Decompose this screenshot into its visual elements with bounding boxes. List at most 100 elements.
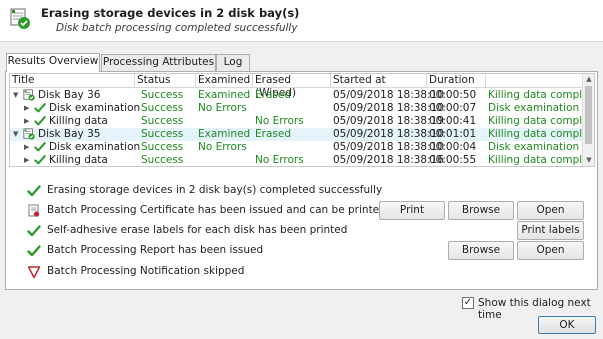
- column-erased[interactable]: Erased (Wiped): [253, 74, 331, 99]
- row-examined: Examined: [198, 128, 251, 140]
- row-started-at: 05/09/2018 18:38:16: [333, 154, 445, 166]
- column-examined[interactable]: Examined: [196, 74, 253, 88]
- row-title: Disk Bay 36: [38, 89, 101, 101]
- result-line: Batch Processing Report has been issued B…: [6, 241, 599, 260]
- row-info: Disk examination comp: [488, 141, 584, 153]
- tab-log[interactable]: Log: [216, 54, 250, 71]
- row-info: Killing data completed: [488, 89, 584, 101]
- print-labels-button[interactable]: Print labels: [517, 221, 584, 240]
- row-duration: 00:00:07: [429, 102, 477, 114]
- red-triangle-icon: [27, 266, 41, 279]
- row-erased: Erased: [255, 128, 291, 140]
- expand-right-icon[interactable]: ▶: [24, 154, 32, 166]
- row-status: Success: [141, 128, 184, 140]
- result-icon: [27, 265, 41, 279]
- dialog-subtitle: Disk batch processing completed successf…: [56, 22, 298, 34]
- scroll-down-arrow-icon[interactable]: ▼: [583, 155, 594, 166]
- row-started-at: 05/09/2018 18:38:19: [333, 115, 445, 127]
- expand-right-icon[interactable]: ▶: [24, 102, 32, 115]
- row-info: Killing data completed: [488, 128, 584, 140]
- result-icon: [27, 184, 41, 198]
- expand-right-icon[interactable]: ▶: [24, 115, 32, 128]
- table-row[interactable]: ▼ Disk Bay 35 Success Examined Erased 05/09/2…: [10, 128, 584, 141]
- column-duration[interactable]: Duration: [427, 74, 486, 88]
- results-overview-panel: Title Status Examined Erased (Wiped) Sta…: [5, 71, 598, 290]
- result-line: Self-adhesive erase labels for each disk…: [6, 221, 599, 240]
- expand-right-icon[interactable]: ▶: [24, 141, 32, 154]
- row-erased: Erased: [255, 89, 291, 101]
- row-duration: 00:00:50: [429, 89, 477, 101]
- table-row[interactable]: ▶ Disk examination Success No Errors 05/09/2…: [10, 141, 584, 154]
- row-title: Disk Bay 35: [38, 128, 101, 140]
- row-erased: No Errors: [255, 154, 304, 166]
- row-started-at: 05/09/2018 18:38:10: [333, 89, 445, 101]
- row-info: Killing data completed: [488, 115, 584, 127]
- show-dialog-checkbox[interactable]: ✓: [462, 297, 474, 309]
- row-title: Killing data: [49, 115, 108, 127]
- tab-results-overview[interactable]: Results Overview: [6, 53, 100, 72]
- column-started-at[interactable]: Started at: [331, 74, 427, 88]
- row-erased: No Errors: [255, 115, 304, 127]
- row-duration: 00:00:41: [429, 115, 477, 127]
- ok-button[interactable]: OK: [538, 316, 596, 334]
- row-status: Success: [141, 141, 184, 153]
- report-open-button[interactable]: Open: [517, 241, 584, 260]
- scroll-up-arrow-icon[interactable]: ▲: [583, 74, 594, 85]
- certificate-icon: [28, 204, 40, 217]
- disk-bay-check-icon: [23, 89, 35, 101]
- green-check-icon: [27, 245, 41, 257]
- row-examined: No Errors: [198, 141, 247, 153]
- table-row[interactable]: ▼ Disk Bay 36 Success Examined Erased 05/09/2…: [10, 89, 584, 102]
- result-line: Batch Processing Notification skipped: [6, 264, 599, 280]
- column-info[interactable]: [486, 74, 584, 88]
- result-line: Batch Processing Certificate has been is…: [6, 201, 599, 220]
- row-duration: 00:01:01: [429, 128, 477, 140]
- scroll-thumb[interactable]: [585, 86, 592, 144]
- green-check-icon: [27, 185, 41, 197]
- row-examined: No Errors: [198, 102, 247, 114]
- row-examined: Examined: [198, 89, 251, 101]
- row-status: Success: [141, 89, 184, 101]
- green-check-icon: [34, 142, 46, 152]
- row-title: Disk examination: [49, 141, 141, 153]
- column-title[interactable]: Title: [10, 74, 135, 88]
- disk-bay-check-icon: [23, 128, 35, 140]
- green-check-icon: [34, 103, 46, 113]
- result-icon: [27, 224, 41, 238]
- row-info: Disk examination comp: [488, 102, 584, 114]
- row-started-at: 05/09/2018 18:38:10: [333, 141, 445, 153]
- table-row[interactable]: ▶ Killing data Success No Errors 05/09/2018 …: [10, 115, 584, 128]
- row-icon: [34, 154, 46, 166]
- expand-down-icon[interactable]: ▼: [13, 128, 21, 141]
- table-row[interactable]: ▶ Disk examination Success No Errors 05/09/2…: [10, 102, 584, 115]
- certificate-browse-button[interactable]: Browse: [448, 201, 514, 220]
- result-text: Batch Processing Notification skipped: [47, 265, 245, 277]
- result-text: Self-adhesive erase labels for each disk…: [47, 224, 348, 236]
- row-started-at: 05/09/2018 18:38:10: [333, 102, 445, 114]
- dialog-header: Erasing storage devices in 2 disk bay(s)…: [0, 0, 603, 42]
- report-browse-button[interactable]: Browse: [448, 241, 514, 260]
- dialog-title: Erasing storage devices in 2 disk bay(s): [41, 6, 300, 20]
- result-text: Erasing storage devices in 2 disk bay(s)…: [47, 184, 383, 196]
- certificate-print-certificate-button[interactable]: Print: [379, 201, 445, 220]
- row-duration: 00:00:04: [429, 141, 477, 153]
- row-status: Success: [141, 102, 184, 114]
- row-title: Killing data: [49, 154, 108, 166]
- column-status[interactable]: Status: [135, 74, 196, 88]
- row-title: Disk examination: [49, 102, 141, 114]
- expand-down-icon[interactable]: ▼: [13, 89, 21, 102]
- row-started-at: 05/09/2018 18:38:10: [333, 128, 445, 140]
- row-duration: 00:00:55: [429, 154, 477, 166]
- disk-batch-check-icon: [10, 8, 30, 29]
- result-line: Erasing storage devices in 2 disk bay(s)…: [6, 183, 599, 199]
- result-text: Batch Processing Certificate has been is…: [47, 204, 386, 216]
- result-text: Batch Processing Report has been issued: [47, 244, 264, 256]
- certificate-open-button[interactable]: Open: [517, 201, 584, 220]
- green-check-icon: [34, 116, 46, 126]
- results-grid[interactable]: Title Status Examined Erased (Wiped) Sta…: [9, 73, 595, 167]
- table-row[interactable]: ▶ Killing data Success No Errors 05/09/2018 …: [10, 154, 584, 166]
- row-status: Success: [141, 154, 184, 166]
- result-icon: [27, 204, 41, 218]
- grid-vertical-scrollbar[interactable]: ▲ ▼: [582, 74, 594, 166]
- tab-processing-attributes[interactable]: Processing Attributes: [101, 54, 216, 71]
